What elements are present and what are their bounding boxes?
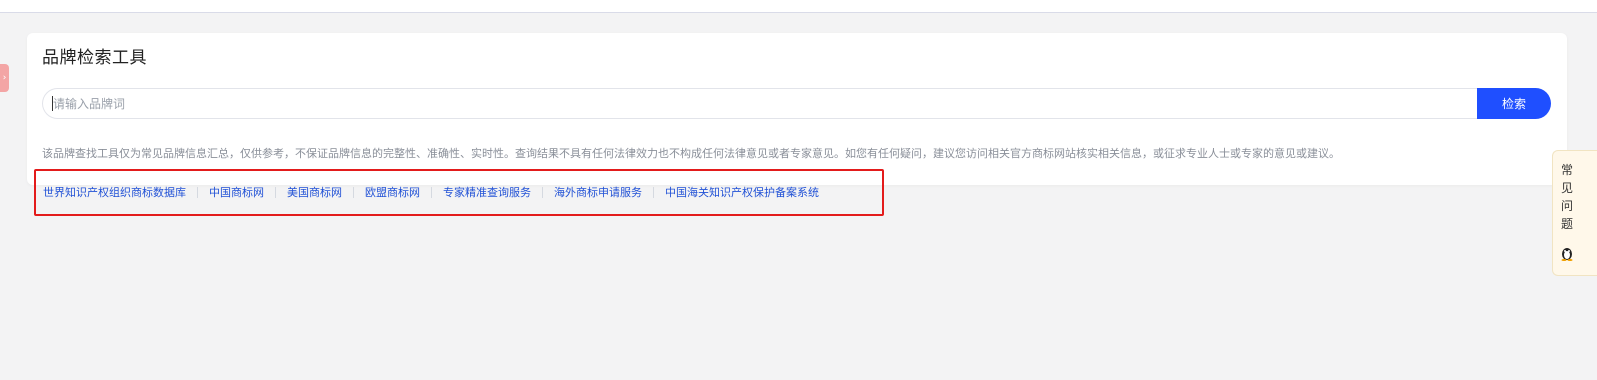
faq-label: 常见问题: [1561, 163, 1574, 231]
faq-side-tab[interactable]: 常见问题: [1552, 150, 1597, 276]
chevron-right-icon: ›: [2, 73, 7, 83]
link-eu-trademark[interactable]: 欧盟商标网: [365, 184, 420, 200]
external-links-box: 世界知识产权组织商标数据库 中国商标网 美国商标网 欧盟商标网 专家精准查询服务…: [34, 169, 884, 216]
disclaimer-text: 该品牌查找工具仅为常见品牌信息汇总，仅供参考，不保证品牌信息的完整性、准确性、实…: [42, 147, 1340, 160]
divider: [197, 186, 198, 198]
link-us-trademark[interactable]: 美国商标网: [287, 184, 342, 200]
divider: [431, 186, 432, 198]
search-bar: 检索: [42, 88, 1551, 119]
external-links: 世界知识产权组织商标数据库 中国商标网 美国商标网 欧盟商标网 专家精准查询服务…: [43, 184, 819, 200]
text-caret: [52, 96, 53, 111]
search-input[interactable]: [42, 88, 1477, 119]
link-overseas-trademark-service[interactable]: 海外商标申请服务: [554, 184, 642, 200]
mascot-icon: [1561, 248, 1573, 261]
divider: [275, 186, 276, 198]
left-side-tab[interactable]: ›: [0, 64, 9, 92]
divider: [653, 186, 654, 198]
brand-search-card: 品牌检索工具 检索 该品牌查找工具仅为常见品牌信息汇总，仅供参考，不保证品牌信息…: [27, 33, 1567, 185]
page-title: 品牌检索工具: [42, 48, 147, 68]
search-button[interactable]: 检索: [1477, 88, 1551, 119]
link-customs-ip-filing[interactable]: 中国海关知识产权保护备案系统: [665, 184, 819, 200]
link-wipo-database[interactable]: 世界知识产权组织商标数据库: [43, 184, 186, 200]
divider: [542, 186, 543, 198]
divider: [353, 186, 354, 198]
link-expert-search-service[interactable]: 专家精准查询服务: [443, 184, 531, 200]
link-china-trademark[interactable]: 中国商标网: [209, 184, 264, 200]
top-bar: [0, 0, 1597, 13]
